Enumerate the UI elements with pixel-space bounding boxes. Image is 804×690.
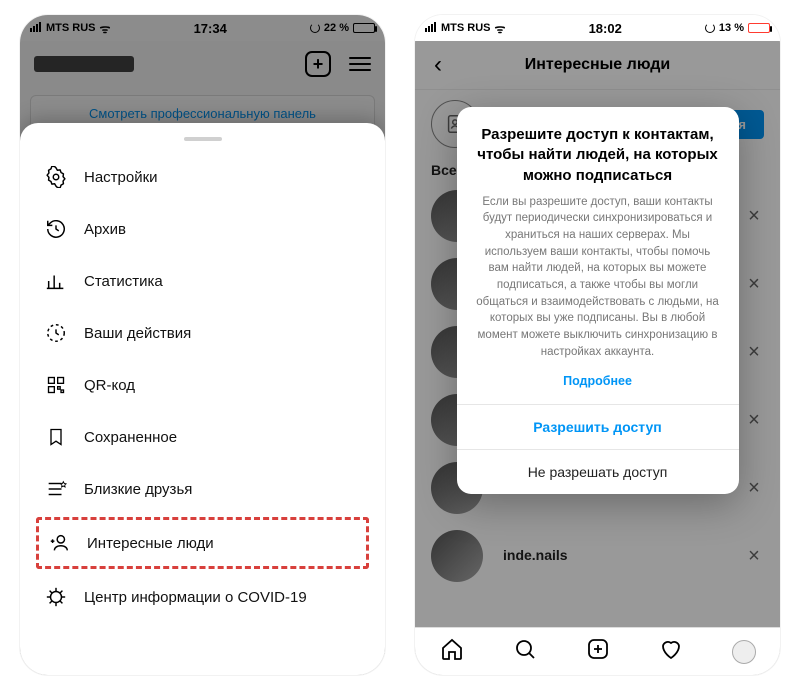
dialog-title: Разрешите доступ к контактам, чтобы найт… xyxy=(457,107,739,194)
status-battery-pct: 22 % xyxy=(324,22,349,34)
sync-icon xyxy=(310,23,320,33)
menu-item-covid[interactable]: Центр информации о COVID-19 xyxy=(26,571,379,623)
highlight-box: Интересные люди xyxy=(36,517,369,569)
tab-home-icon[interactable] xyxy=(440,637,464,666)
covid-icon xyxy=(44,585,68,609)
menu-label: Архив xyxy=(84,221,126,238)
menu-label: Настройки xyxy=(84,169,158,186)
status-time: 17:34 xyxy=(194,21,227,36)
tab-activity-icon[interactable] xyxy=(659,637,683,666)
menu-label: Близкие друзья xyxy=(84,481,192,498)
status-carrier: MTS RUS xyxy=(441,22,491,34)
phone-interesting-people: MTS RUS ᯤ 18:02 13 % ‹ Интересные люди П… xyxy=(415,15,780,675)
menu-label: Статистика xyxy=(84,273,163,290)
battery-low-icon xyxy=(748,23,770,33)
dialog-learn-more-link[interactable]: Подробнее xyxy=(457,366,739,404)
activity-icon xyxy=(44,321,68,345)
profile-username-redacted xyxy=(34,56,134,72)
menu-label: Сохраненное xyxy=(84,429,177,446)
qr-icon xyxy=(44,373,68,397)
menu-item-close-friends[interactable]: Близкие друзья xyxy=(26,463,379,515)
wifi-icon: ᯤ xyxy=(100,20,111,37)
menu-item-stats[interactable]: Статистика xyxy=(26,255,379,307)
archive-icon xyxy=(44,217,68,241)
stats-icon xyxy=(44,269,68,293)
menu-item-activity[interactable]: Ваши действия xyxy=(26,307,379,359)
menu-sheet: Настройки Архив Статистика Ваши действия xyxy=(20,123,385,675)
menu-button[interactable] xyxy=(349,51,371,77)
dialog-deny-button[interactable]: Не разрешать доступ xyxy=(457,449,739,494)
dialog-allow-button[interactable]: Разрешить доступ xyxy=(457,404,739,449)
tab-search-icon[interactable] xyxy=(513,637,537,666)
contacts-permission-dialog: Разрешите доступ к контактам, чтобы найт… xyxy=(457,107,739,494)
bookmark-icon xyxy=(44,425,68,449)
close-friends-icon xyxy=(44,477,68,501)
menu-label: Центр информации о COVID-19 xyxy=(84,589,307,606)
menu-item-archive[interactable]: Архив xyxy=(26,203,379,255)
wifi-icon: ᯤ xyxy=(495,20,506,37)
tab-create-icon[interactable] xyxy=(586,637,610,666)
phone-profile-menu: MTS RUS ᯤ 17:34 22 % + Смотреть професси… xyxy=(20,15,385,675)
discover-people-icon xyxy=(47,531,71,555)
menu-label: QR-код xyxy=(84,377,135,394)
sheet-grip[interactable] xyxy=(184,137,222,141)
status-battery-pct: 13 % xyxy=(719,22,744,34)
menu-item-interesting-people[interactable]: Интересные люди xyxy=(39,520,366,566)
battery-icon xyxy=(353,23,375,33)
status-carrier: MTS RUS xyxy=(46,22,96,34)
tab-profile-avatar[interactable] xyxy=(732,640,756,664)
menu-item-qr[interactable]: QR-код xyxy=(26,359,379,411)
status-time: 18:02 xyxy=(589,21,622,36)
menu-item-settings[interactable]: Настройки xyxy=(26,151,379,203)
create-post-button[interactable]: + xyxy=(305,51,331,77)
gear-icon xyxy=(44,165,68,189)
sync-icon xyxy=(705,23,715,33)
menu-label: Ваши действия xyxy=(84,325,191,342)
dialog-body: Если вы разрешите доступ, ваши контакты … xyxy=(457,194,739,367)
menu-item-saved[interactable]: Сохраненное xyxy=(26,411,379,463)
menu-label: Интересные люди xyxy=(87,535,214,552)
tab-bar xyxy=(415,627,780,675)
